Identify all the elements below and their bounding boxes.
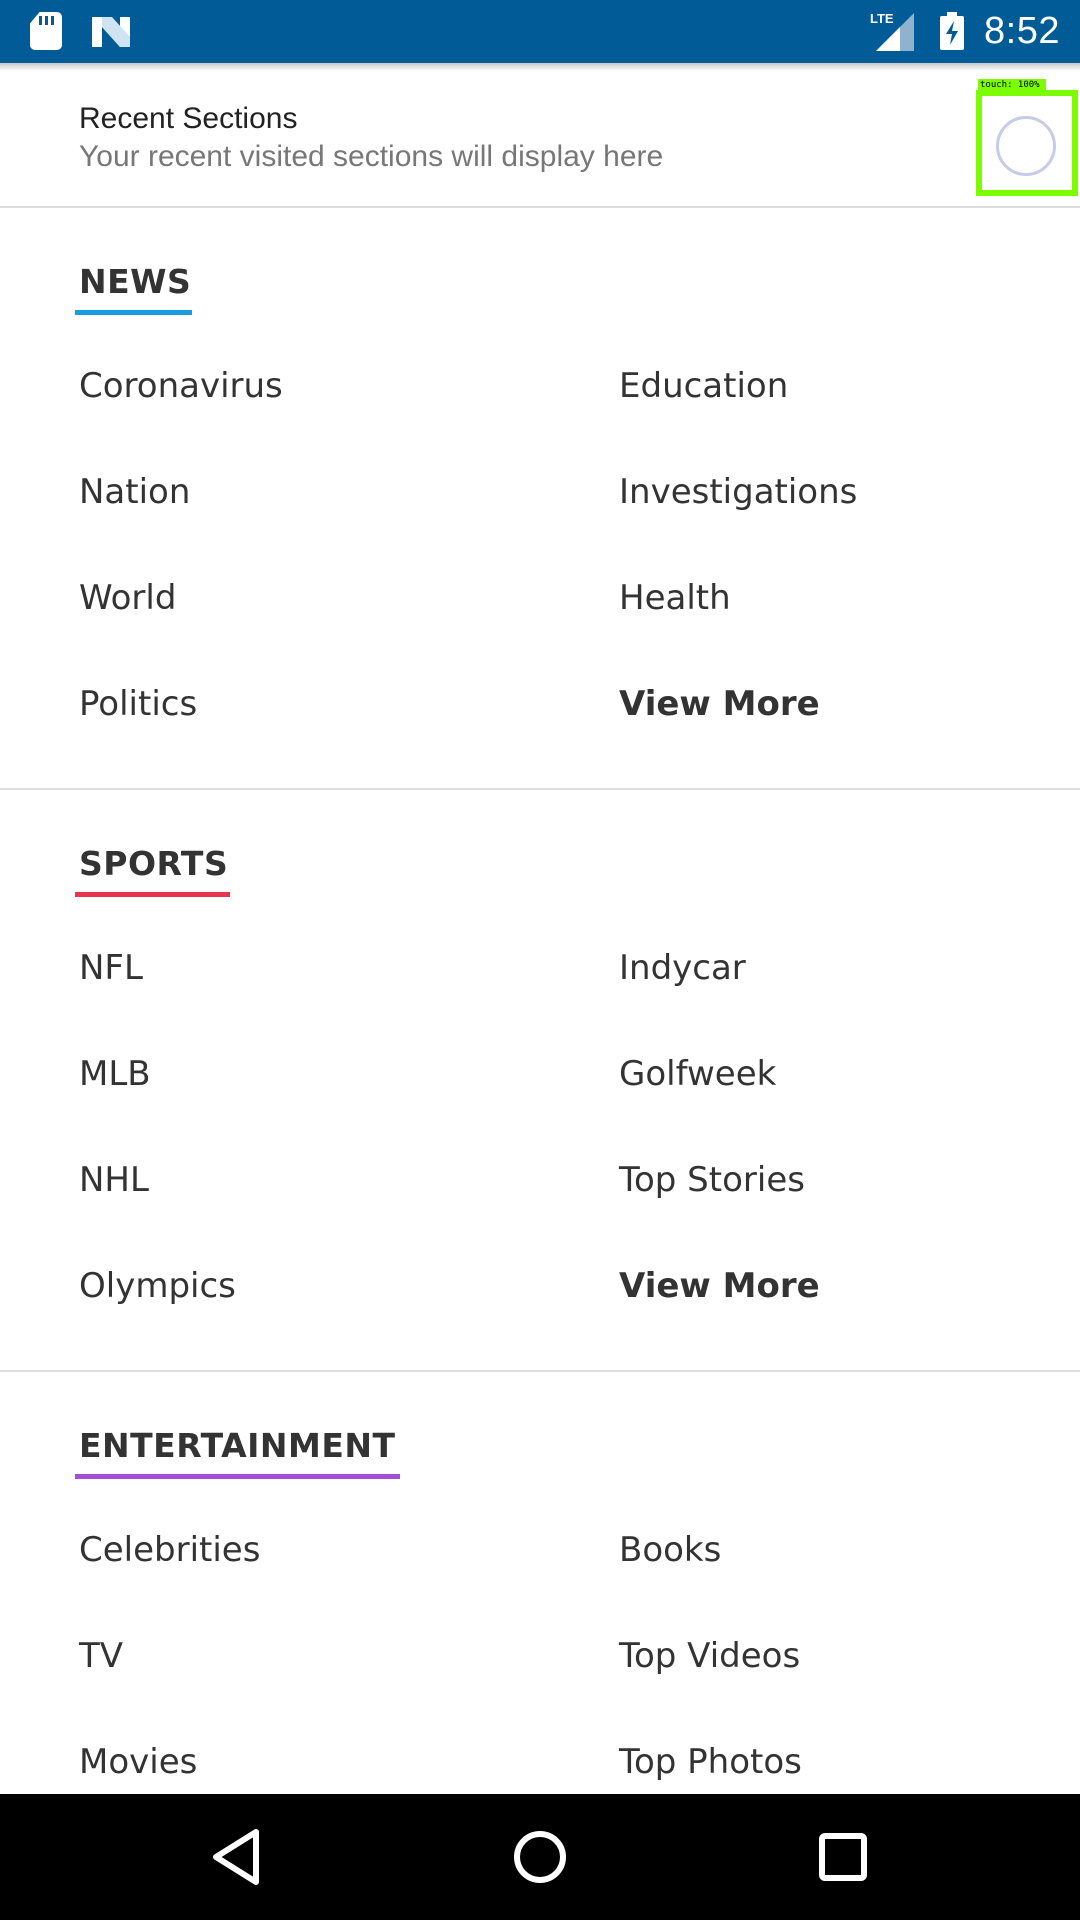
recent-sections-subtitle: Your recent visited sections will displa… (79, 140, 664, 173)
section-divider (0, 788, 1080, 790)
entertainment-link-celebrities[interactable]: Celebrities (79, 1530, 260, 1570)
sports-link-top-stories[interactable]: Top Stories (619, 1160, 805, 1200)
entertainment-link-top-videos[interactable]: Top Videos (619, 1636, 800, 1676)
status-bar: LTE 8:52 (0, 0, 1080, 63)
recents-icon[interactable] (810, 1824, 876, 1890)
news-link-world[interactable]: World (79, 578, 176, 618)
back-icon[interactable] (204, 1824, 270, 1890)
recent-sections-title: Recent Sections (79, 102, 298, 135)
entertainment-link-movies[interactable]: Movies (79, 1742, 197, 1782)
sports-link-mlb[interactable]: MLB (79, 1054, 151, 1094)
news-link-politics[interactable]: Politics (79, 684, 197, 724)
news-link-health[interactable]: Health (619, 578, 731, 618)
sports-link-golfweek[interactable]: Golfweek (619, 1054, 776, 1094)
news-view-more-button[interactable]: View More (619, 684, 820, 724)
entertainment-link-top-photos[interactable]: Top Photos (619, 1742, 802, 1782)
sports-link-indycar[interactable]: Indycar (619, 948, 746, 988)
entertainment-heading: ENTERTAINMENT (79, 1426, 396, 1465)
news-heading: NEWS (79, 262, 192, 301)
clock: 8:52 (984, 9, 1060, 52)
system-navigation-bar (0, 1794, 1080, 1920)
lte-label: LTE (870, 11, 894, 26)
sports-link-nhl[interactable]: NHL (79, 1160, 149, 1200)
recent-sections-panel: Recent Sections Your recent visited sect… (0, 66, 1080, 208)
entertainment-link-books[interactable]: Books (619, 1530, 721, 1570)
news-underline (75, 310, 192, 315)
lte-signal-icon: LTE (870, 11, 915, 51)
section-divider (0, 1370, 1080, 1372)
sports-heading: SPORTS (79, 844, 229, 883)
n-app-icon (92, 17, 130, 47)
touch-point-circle (996, 116, 1056, 176)
sports-link-olympics[interactable]: Olympics (79, 1266, 236, 1306)
entertainment-underline (75, 1474, 400, 1479)
news-link-nation[interactable]: Nation (79, 472, 190, 512)
sd-card-icon (30, 12, 62, 50)
news-link-investigations[interactable]: Investigations (619, 472, 857, 512)
home-icon[interactable] (507, 1824, 573, 1890)
battery-charging-icon (940, 12, 965, 50)
news-link-education[interactable]: Education (619, 366, 788, 406)
sports-underline (75, 892, 230, 897)
sports-view-more-button[interactable]: View More (619, 1266, 820, 1306)
entertainment-link-tv[interactable]: TV (79, 1636, 123, 1676)
news-link-coronavirus[interactable]: Coronavirus (79, 366, 283, 406)
sports-link-nfl[interactable]: NFL (79, 948, 143, 988)
